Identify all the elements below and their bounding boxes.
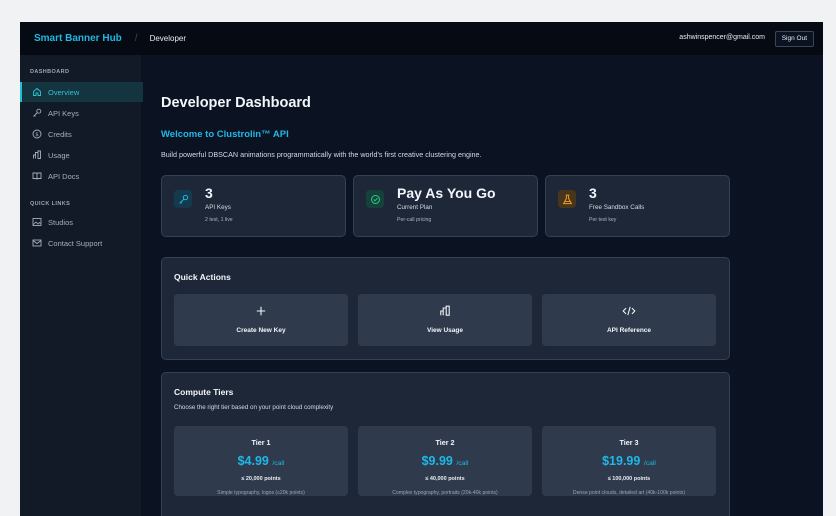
- sidebar-item-studios[interactable]: Studios: [20, 212, 141, 232]
- quick-action-label: Create New Key: [236, 327, 286, 334]
- sidebar-section-quick-links: QUICK LINKS: [30, 201, 71, 207]
- sidebar-item-api-keys[interactable]: API Keys: [20, 103, 141, 123]
- stat-sub: 2 test, 1 live: [205, 217, 233, 223]
- page-description: Build powerful DBSCAN animations program…: [161, 150, 482, 159]
- compute-tiers-title: Compute Tiers: [174, 387, 234, 397]
- breadcrumb-separator: /: [134, 33, 138, 44]
- tier-name: Tier 3: [619, 438, 639, 447]
- tier-price-unit: /call: [456, 460, 469, 467]
- check-circle-icon: [366, 190, 384, 208]
- brand-link[interactable]: Smart Banner Hub: [34, 33, 122, 44]
- tier-points: ≤ 100,000 points: [607, 476, 651, 482]
- book-icon: [32, 171, 42, 181]
- bar-chart-icon: [358, 304, 532, 318]
- flask-icon: [558, 190, 576, 208]
- user-email: ashwinspencer@gmail.com: [679, 34, 765, 41]
- image-icon: [32, 217, 42, 227]
- sidebar-item-overview[interactable]: Overview: [20, 82, 143, 102]
- stat-card-plan: Pay As You Go Current Plan Per-call pric…: [353, 175, 538, 237]
- tier-description: Complex typography, portraits (20k-40k p…: [392, 490, 498, 496]
- main-content: Developer Dashboard Welcome to Clustroli…: [141, 55, 823, 516]
- tier-description: Dense point clouds, detailed art (40k-10…: [572, 490, 686, 496]
- sidebar-item-credits[interactable]: $ Credits: [20, 124, 141, 144]
- key-icon: [32, 108, 42, 118]
- tier-price-value: $19.99: [602, 454, 641, 468]
- stat-sub: Per-call pricing: [397, 217, 432, 223]
- top-bar: Smart Banner Hub / Developer ashwinspenc…: [20, 22, 823, 55]
- page-title: Developer Dashboard: [161, 95, 311, 111]
- quick-actions-title: Quick Actions: [174, 272, 231, 282]
- tier-card-1[interactable]: Tier 1 $4.99 /call ≤ 20,000 points Simpl…: [174, 426, 348, 496]
- plus-icon: [174, 304, 348, 318]
- stat-value: 3: [205, 185, 213, 201]
- sidebar-item-label: API Docs: [48, 171, 80, 181]
- stat-sub: Per test key: [589, 217, 617, 223]
- stat-value: 3: [589, 185, 597, 201]
- sidebar-item-label: Studios: [48, 217, 74, 227]
- tier-price: $9.99 /call: [358, 454, 532, 468]
- sidebar-item-label: Overview: [48, 87, 80, 97]
- stat-card-sandbox: 3 Free Sandbox Calls Per test key: [545, 175, 730, 237]
- breadcrumb: Developer: [149, 34, 187, 43]
- sidebar-item-contact-support[interactable]: Contact Support: [20, 233, 141, 253]
- stat-card-api-keys: 3 API Keys 2 test, 1 live: [161, 175, 346, 237]
- tier-price: $19.99 /call: [542, 454, 716, 468]
- tier-points: ≤ 20,000 points: [241, 476, 281, 482]
- key-icon: [174, 190, 192, 208]
- quick-action-label: View Usage: [426, 327, 463, 334]
- svg-text:$: $: [35, 132, 39, 138]
- api-reference-button[interactable]: API Reference: [542, 294, 716, 346]
- mail-icon: [32, 238, 42, 248]
- sidebar-item-label: Contact Support: [48, 238, 103, 248]
- view-usage-button[interactable]: View Usage: [358, 294, 532, 346]
- tier-price-value: $4.99: [237, 454, 269, 468]
- tier-price-value: $9.99: [421, 454, 453, 468]
- tier-name: Tier 1: [251, 438, 271, 447]
- tier-card-2[interactable]: Tier 2 $9.99 /call ≤ 40,000 points Compl…: [358, 426, 532, 496]
- create-new-key-button[interactable]: Create New Key: [174, 294, 348, 346]
- tier-points: ≤ 40,000 points: [425, 476, 465, 482]
- tier-card-3[interactable]: Tier 3 $19.99 /call ≤ 100,000 points Den…: [542, 426, 716, 496]
- sidebar-item-api-docs[interactable]: API Docs: [20, 166, 141, 186]
- stat-label: Free Sandbox Calls: [589, 204, 645, 211]
- quick-action-label: API Reference: [606, 327, 652, 334]
- sidebar-item-usage[interactable]: Usage: [20, 145, 141, 165]
- home-icon: [32, 87, 42, 97]
- sidebar-item-label: Usage: [48, 150, 70, 160]
- sidebar-item-label: API Keys: [48, 108, 79, 118]
- app-window: Smart Banner Hub / Developer ashwinspenc…: [20, 22, 823, 516]
- compute-tiers-subtitle: Choose the right tier based on your poin…: [174, 404, 334, 411]
- sidebar-section-dashboard: DASHBOARD: [30, 69, 70, 75]
- sidebar: DASHBOARD Overview API Keys $ Credits Us…: [20, 55, 143, 516]
- compute-tiers-panel: Compute Tiers Choose the right tier base…: [161, 372, 730, 516]
- code-icon: [542, 304, 716, 318]
- welcome-heading: Welcome to Clustrolin™ API: [161, 129, 289, 140]
- bar-chart-icon: [32, 150, 42, 160]
- tier-price-unit: /call: [272, 460, 285, 467]
- stat-value: Pay As You Go: [397, 185, 496, 201]
- sidebar-item-label: Credits: [48, 129, 72, 139]
- tier-price: $4.99 /call: [174, 454, 348, 468]
- sign-out-button[interactable]: Sign Out: [774, 31, 814, 47]
- stat-label: API Keys: [205, 204, 231, 211]
- tier-price-unit: /call: [643, 460, 656, 467]
- stat-label: Current Plan: [397, 204, 433, 211]
- tier-description: Simple typography, logos (≤20k points): [217, 490, 305, 496]
- tier-name: Tier 2: [435, 438, 455, 447]
- dollar-icon: $: [32, 129, 42, 139]
- quick-actions-panel: Quick Actions Create New Key View Usage …: [161, 257, 730, 360]
